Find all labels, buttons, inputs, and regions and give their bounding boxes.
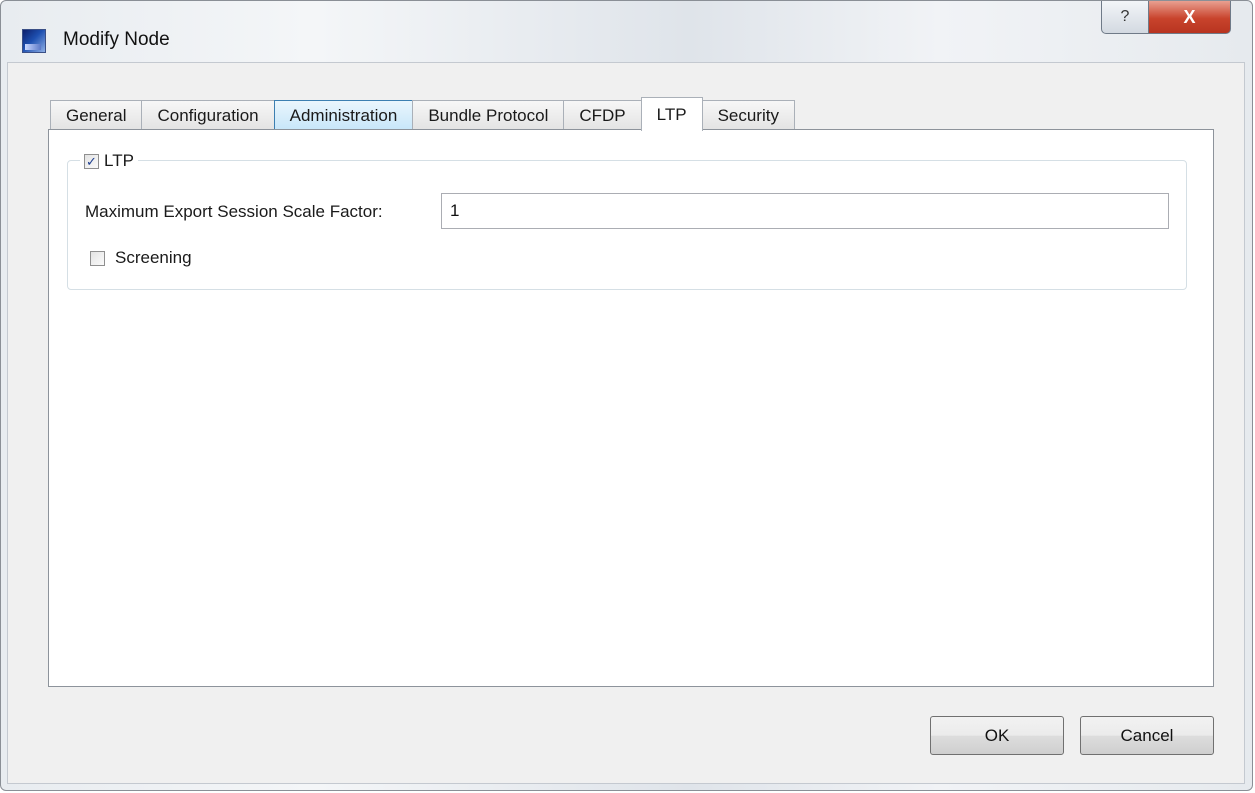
tab-ltp[interactable]: LTP: [640, 97, 703, 131]
ltp-checkbox[interactable]: ✓: [84, 153, 99, 169]
tab-cfdp[interactable]: CFDP: [563, 100, 642, 130]
screening-label[interactable]: Screening: [115, 248, 192, 268]
window-title: Modify Node: [63, 29, 170, 50]
tab-bar: General Configuration Administration Bun…: [50, 97, 795, 131]
title-bar: Modify Node ? X: [1, 1, 1252, 63]
cancel-button[interactable]: Cancel: [1080, 716, 1214, 755]
scale-factor-input[interactable]: [441, 193, 1169, 229]
screening-checkbox[interactable]: [90, 250, 105, 266]
scale-factor-label: Maximum Export Session Scale Factor:: [85, 202, 383, 221]
tab-general[interactable]: General: [50, 100, 143, 130]
tab-security[interactable]: Security: [701, 100, 795, 130]
ltp-group-header: ✓ LTP: [80, 148, 138, 174]
app-icon: [22, 29, 46, 53]
checkmark-icon: ✓: [86, 153, 97, 169]
screening-option[interactable]: Screening: [90, 246, 192, 270]
close-icon: X: [1183, 6, 1196, 27]
help-button[interactable]: ?: [1101, 1, 1149, 34]
ok-button[interactable]: OK: [930, 716, 1064, 755]
close-button[interactable]: X: [1148, 1, 1231, 34]
tab-configuration[interactable]: Configuration: [141, 100, 275, 130]
tab-bundle-protocol[interactable]: Bundle Protocol: [412, 100, 565, 130]
help-icon: ?: [1120, 8, 1130, 25]
tab-administration[interactable]: Administration: [273, 100, 414, 130]
ltp-checkbox-label[interactable]: LTP: [104, 151, 134, 171]
